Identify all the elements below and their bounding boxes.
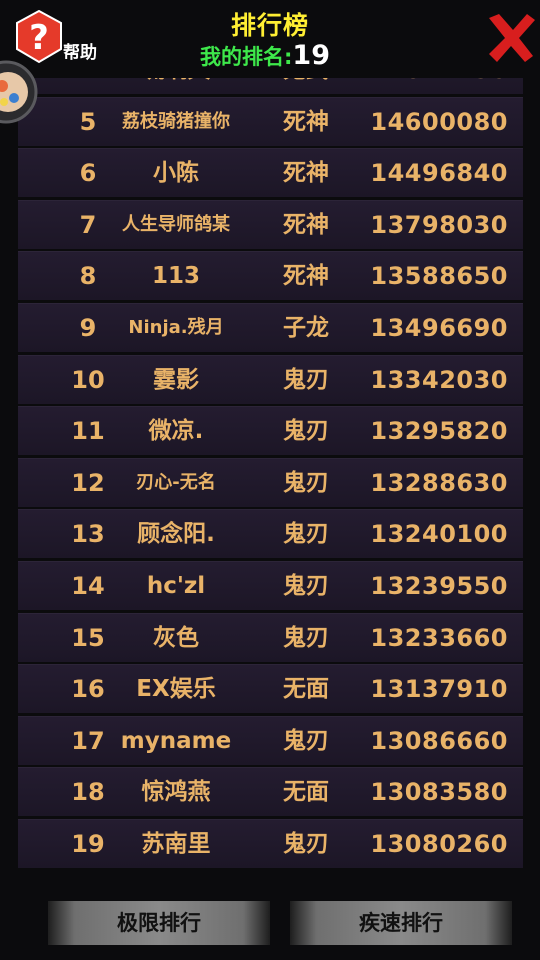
leaderboard-row[interactable]: 19 苏南里 鬼刃 13080260 (18, 818, 523, 868)
score-cell: 13496690 (370, 313, 508, 342)
close-x-icon (489, 14, 535, 62)
leaderboard-row[interactable]: 4琉璃天鬼武14822430 (18, 78, 523, 94)
class-cell: 鬼刃 (283, 521, 329, 548)
leaderboard-row[interactable]: 16 EX娱乐 无面 13137910 (18, 664, 523, 714)
extreme-ranking-tab[interactable]: 极限排行 (48, 901, 270, 945)
leaderboard-row[interactable]: 12 刃心-无名 鬼刃 13288630 (18, 457, 523, 507)
leaderboard-row[interactable]: 8 113 死神 13588650 (18, 251, 523, 301)
class-cell: 鬼武 (268, 78, 344, 94)
speed-ranking-tab[interactable]: 疾速排行 (290, 901, 512, 945)
page-title: 排行榜 (230, 11, 309, 40)
player-name-cell: 小陈 (153, 160, 199, 187)
class-cell: 鬼刃 (283, 418, 329, 445)
score-cell: 13233660 (370, 623, 508, 652)
class-cell: 鬼刃 (283, 624, 329, 651)
leaderboard-screen: 4琉璃天鬼武148224305荔枝骑猪撞你死神146000806小陈死神1449… (0, 0, 540, 960)
player-name-cell: 人生导师鸽某 (122, 213, 230, 235)
leaderboard-row[interactable]: 13 顾念阳. 鬼刃 13240100 (18, 509, 523, 559)
class-cell: 无面 (283, 676, 329, 703)
player-name-cell: EX娱乐 (136, 676, 216, 703)
leaderboard-row[interactable]: 7 人生导师鸽某 死神 13798030 (18, 199, 523, 249)
score-cell: 13086660 (370, 726, 508, 755)
class-cell: 无面 (283, 779, 329, 806)
class-cell: 死神 (283, 211, 329, 238)
class-cell: 死神 (283, 108, 329, 135)
class-cell: 死神 (283, 160, 329, 187)
class-cell: 鬼刃 (283, 727, 329, 754)
leaderboard-row[interactable]: 6 小陈 死神 14496840 (18, 148, 523, 198)
leaderboard-list-content: 4琉璃天鬼武148224305荔枝骑猪撞你死神146000806小陈死神1449… (0, 78, 540, 871)
player-name-cell: 琉璃天 (104, 78, 248, 94)
score-cell: 14600080 (370, 107, 508, 136)
leaderboard-row[interactable]: 5 荔枝骑猪撞你 死神 14600080 (18, 96, 523, 146)
leaderboard-list[interactable]: 4琉璃天鬼武148224305荔枝骑猪撞你死神146000806小陈死神1449… (0, 78, 540, 874)
header-bar: ? 帮助 排行榜 我的排名:19 (0, 0, 540, 78)
player-name-cell: hc'zl (146, 572, 206, 599)
score-cell: 13083580 (370, 778, 508, 807)
score-cell: 13342030 (370, 365, 508, 394)
score-cell: 13080260 (370, 829, 508, 858)
class-cell: 鬼刃 (283, 830, 329, 857)
leaderboard-row[interactable]: 18 惊鸿燕 无面 13083580 (18, 767, 523, 817)
score-cell: 14822430 (358, 78, 508, 94)
my-rank-value: 19 (292, 40, 330, 71)
player-name-cell: myname (120, 727, 232, 754)
my-rank: 我的排名:19 (200, 40, 330, 71)
score-cell: 13798030 (370, 210, 508, 239)
player-name-cell: 顾念阳. (137, 521, 215, 548)
avatar-icon (0, 60, 38, 124)
score-cell: 13239550 (370, 571, 508, 600)
player-avatar-tab[interactable] (0, 58, 38, 130)
leaderboard-row[interactable]: 17 myname 鬼刃 13086660 (18, 715, 523, 765)
player-name-cell: 113 (151, 263, 200, 290)
class-cell: 死神 (283, 263, 329, 290)
class-cell: 鬼刃 (283, 469, 329, 496)
leaderboard-row[interactable]: 11 微凉. 鬼刃 13295820 (18, 406, 523, 456)
score-cell: 13240100 (370, 520, 508, 549)
my-rank-label: 我的排名: (200, 45, 293, 69)
leaderboard-row[interactable]: 15 灰色 鬼刃 13233660 (18, 612, 523, 662)
close-button[interactable] (483, 10, 539, 66)
player-name-cell: 苏南里 (141, 830, 211, 857)
leaderboard-row[interactable]: 14 hc'zl 鬼刃 13239550 (18, 560, 523, 610)
score-cell: 13295820 (370, 417, 508, 446)
leaderboard-row[interactable]: 9 Ninja.残月 子龙 13496690 (18, 302, 523, 352)
bottom-bar: 极限排行 疾速排行 (0, 874, 540, 960)
score-cell: 14496840 (370, 159, 508, 188)
class-cell: 鬼刃 (283, 572, 329, 599)
score-cell: 13288630 (370, 468, 508, 497)
player-name-cell: 刃心-无名 (136, 471, 216, 493)
class-cell: 子龙 (283, 314, 329, 341)
score-cell: 13588650 (370, 262, 508, 291)
player-name-cell: 灰色 (153, 624, 199, 651)
player-name-cell: 荔枝骑猪撞你 (122, 110, 230, 132)
player-name-cell: 惊鸿燕 (141, 779, 211, 806)
class-cell: 鬼刃 (283, 366, 329, 393)
score-cell: 13137910 (370, 675, 508, 704)
player-name-cell: 霎影 (153, 366, 199, 393)
player-name-cell: 微凉. (148, 418, 204, 445)
leaderboard-row[interactable]: 10 霎影 鬼刃 13342030 (18, 354, 523, 404)
player-name-cell: Ninja.残月 (128, 316, 224, 338)
